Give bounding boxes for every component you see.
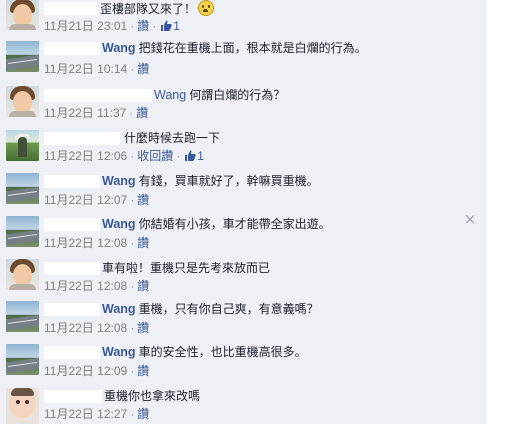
comment-date: 11月22日 — [44, 106, 94, 120]
like-link[interactable]: 讚 — [137, 236, 149, 250]
comment-time[interactable]: 23:01 — [97, 19, 127, 33]
comment-text: 把錢花在重機上面，根本就是白爛的行為。 — [138, 41, 367, 55]
comment-text: 有錢，買車就好了，幹嘛買重機。 — [138, 174, 319, 188]
comment-author[interactable]: Wang — [102, 217, 136, 231]
comment-text: 你結婚有小孩，車才能帶全家出遊。 — [138, 217, 331, 231]
comment-text: 歪樓部隊又來了！ — [100, 2, 197, 16]
redacted-name — [44, 132, 120, 145]
redacted-name — [44, 175, 100, 188]
comment-text: 車有啦！重機只是先考來放而已 — [102, 261, 271, 275]
redacted-name — [44, 303, 100, 316]
comment-text: 什麼時候去跑一下 — [124, 131, 221, 145]
comments-panel: × 歪樓部隊又來了！ 11月21日 23:01 · 讚 · 1 Wang 把錢花在重機上面… — [0, 0, 486, 424]
comment-text: 重機，只有你自己爽，有意義嗎？ — [138, 302, 319, 316]
comment-date: 11月22日 — [44, 236, 94, 250]
worried-face-emoji — [198, 0, 215, 16]
thumbs-up-icon[interactable] — [185, 150, 196, 161]
comment-time[interactable]: 12:07 — [97, 193, 127, 207]
like-link[interactable]: 讚 — [137, 62, 149, 76]
like-link[interactable]: 讚 — [137, 321, 149, 335]
redacted-name — [44, 218, 100, 231]
comment-author[interactable]: Wang — [102, 345, 136, 359]
avatar[interactable] — [6, 0, 39, 30]
comment-text: 重機你也拿來改嗎 — [104, 389, 201, 403]
like-link[interactable]: 讚 — [137, 407, 149, 421]
redacted-name — [44, 2, 98, 15]
comment-date: 11月22日 — [44, 193, 94, 207]
comment-text: 車的安全性，也比重機高很多。 — [138, 345, 307, 359]
avatar[interactable] — [6, 344, 39, 375]
comment-date: 11月22日 — [44, 62, 94, 76]
comment-time[interactable]: 12:27 — [97, 407, 127, 421]
comment-time[interactable]: 11:37 — [97, 106, 126, 120]
like-count[interactable]: 1 — [197, 149, 204, 163]
redacted-name — [44, 42, 100, 55]
avatar[interactable] — [6, 86, 39, 117]
comment-time[interactable]: 12:08 — [97, 321, 127, 335]
like-count[interactable]: 1 — [173, 19, 180, 33]
avatar[interactable] — [6, 41, 39, 72]
avatar[interactable] — [6, 216, 39, 247]
redacted-name — [44, 346, 100, 359]
avatar[interactable] — [6, 259, 39, 290]
thumbs-up-icon[interactable] — [161, 20, 172, 31]
comment-date: 11月22日 — [44, 407, 94, 421]
like-link[interactable]: 讚 — [137, 279, 149, 293]
comment-time[interactable]: 12:08 — [97, 236, 127, 250]
comment-author[interactable]: Wang — [102, 302, 136, 316]
unlike-link[interactable]: 收回讚 — [137, 149, 173, 163]
comment-author[interactable]: Wang — [154, 88, 186, 102]
like-link[interactable]: 讚 — [137, 364, 149, 378]
avatar[interactable] — [6, 173, 39, 204]
comment-time[interactable]: 12:09 — [97, 364, 127, 378]
comment-date: 11月22日 — [44, 364, 94, 378]
like-link[interactable]: 讚 — [137, 19, 149, 33]
comment-author[interactable]: Wang — [102, 174, 136, 188]
like-link[interactable]: 讚 — [136, 106, 148, 120]
redacted-name — [44, 89, 152, 102]
comment-date: 11月22日 — [44, 149, 94, 163]
comment-date: 11月22日 — [44, 279, 94, 293]
avatar[interactable] — [6, 130, 39, 161]
close-icon[interactable]: × — [463, 211, 477, 227]
comment-time[interactable]: 10:14 — [97, 62, 127, 76]
like-link[interactable]: 讚 — [137, 193, 149, 207]
comment-date: 11月21日 — [44, 19, 94, 33]
comment-text: 何謂白爛的行為？ — [189, 88, 286, 102]
comment-time[interactable]: 12:06 — [97, 149, 127, 163]
comment-author[interactable]: Wang — [102, 41, 136, 55]
redacted-name — [44, 390, 102, 403]
comment-time[interactable]: 12:08 — [97, 279, 127, 293]
avatar[interactable] — [6, 301, 39, 332]
redacted-name — [44, 262, 100, 275]
avatar[interactable] — [6, 388, 39, 424]
comment-date: 11月22日 — [44, 321, 94, 335]
